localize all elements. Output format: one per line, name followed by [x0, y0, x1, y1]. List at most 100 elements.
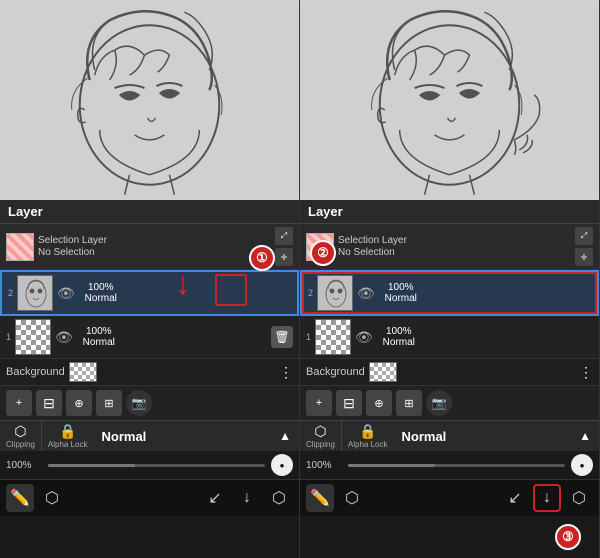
shape-icon-left[interactable]: ⬡ — [38, 484, 66, 512]
layer-thumb-2-right — [317, 275, 353, 311]
layer-panel-body-left: Selection Layer No Selection ⤢ ✛ 2 — [0, 224, 299, 558]
layer-panel-header-right: Layer — [300, 200, 599, 224]
mode-center-right: Normal ▲ — [394, 429, 600, 444]
selection-layer-label-left: Selection Layer — [38, 235, 107, 247]
layer-row-1-left[interactable]: 1 👁 100% Normal 🗑 — [0, 316, 299, 359]
delete-layer-btn-left[interactable]: 🗑 — [271, 326, 293, 348]
alpha-lock-icon-right: 🔒 — [359, 423, 376, 440]
layer-opacity-1-right: 100% — [386, 326, 412, 337]
opacity-mode-2-left: 100% Normal — [79, 282, 123, 304]
layer-eye-2-left[interactable]: 👁 — [57, 285, 75, 302]
merge-btn-left[interactable]: ⊟ — [36, 390, 62, 416]
selection-layer-text-right: Selection Layer No Selection — [338, 235, 407, 259]
selection-layer-thumb-left — [6, 233, 34, 261]
layer-mode-2-left: Normal — [85, 293, 117, 304]
layer-thumb-2-left — [17, 275, 53, 311]
mode-center-left: Normal ▲ — [94, 429, 300, 444]
bg-menu-left[interactable]: ⋮ — [279, 364, 293, 381]
layer-row-2-left[interactable]: 2 👁 100% — [0, 270, 299, 316]
flatten-btn-left[interactable]: ⊞ — [96, 390, 122, 416]
layer-row-2-right[interactable]: 2 👁 100% — [300, 270, 599, 316]
bg-menu-right[interactable]: ⋮ — [579, 364, 593, 381]
layer-header-label-left: Layer — [8, 204, 43, 219]
sketch-area-right — [300, 0, 599, 200]
selection-layer-thumb-right — [306, 233, 334, 261]
mode-arrow-right[interactable]: ▲ — [579, 429, 591, 443]
transform-icon-left[interactable]: ⤢ — [275, 227, 293, 245]
zoom-row-left: 100% ● — [0, 451, 299, 479]
mode-row-right: ⬡ Clipping 🔒 Alpha Lock Normal ▲ — [300, 420, 599, 451]
opacity-mode-2-right: 100% Normal — [379, 282, 423, 304]
layer-eye-2-right[interactable]: 👁 — [357, 285, 375, 302]
layer-side-icons-right: ⤢ ✛ — [575, 227, 593, 266]
layer-opacity-1-left: 100% — [86, 326, 112, 337]
zoom-pct-left: 100% — [6, 460, 42, 471]
layer-mode-1-right: Normal — [383, 337, 415, 348]
bg-thumb-right — [369, 362, 397, 382]
undo-icon-right[interactable]: ↙ — [501, 484, 529, 512]
flatten-btn-right[interactable]: ⊞ — [396, 390, 422, 416]
zoom-circle-left[interactable]: ● — [271, 454, 293, 476]
pen-tool-icon-right[interactable]: ✏️ — [306, 484, 334, 512]
layer-mode-1-left: Normal — [83, 337, 115, 348]
panel-left: Layer Selection Layer No Selection ⤢ ✛ 2 — [0, 0, 300, 558]
down-icon-right[interactable]: ↓ — [533, 484, 561, 512]
camera-btn-right[interactable]: 📷 — [426, 390, 452, 416]
alpha-lock-btn-left[interactable]: 🔒 Alpha Lock — [42, 421, 94, 451]
bottom-nav-right: ✏️ ⬡ ↙ ↓ ⬡ — [300, 479, 599, 516]
layer-thumb-1-right — [315, 319, 351, 355]
alpha-lock-label-right: Alpha Lock — [348, 440, 388, 449]
pen-tool-icon-left[interactable]: ✏️ — [6, 484, 34, 512]
move-icon-left[interactable]: ✛ — [275, 248, 293, 266]
zoom-row-right: 100% ● — [300, 451, 599, 479]
selection-layer-label-right: Selection Layer — [338, 235, 407, 247]
layer-eye-1-left[interactable]: 👁 — [55, 329, 73, 346]
zoom-slider-fill-left — [48, 464, 135, 467]
layer-panel-header-left: Layer — [0, 200, 299, 224]
menu-icon-right[interactable]: ⬡ — [565, 484, 593, 512]
toolbar-row1-left: + ⊟ ⊕ ⊞ 📷 — [0, 386, 299, 420]
panel-right: Layer Selection Layer No Selection ⤢ ✛ 2 — [300, 0, 600, 558]
layer-row-1-right[interactable]: 1 👁 100% Normal — [300, 316, 599, 359]
mode-label-left: Normal — [102, 429, 147, 444]
merge-btn-right[interactable]: ⊟ — [336, 390, 362, 416]
mode-row-left: ⬡ Clipping 🔒 Alpha Lock Normal ▲ — [0, 420, 299, 451]
opacity-mode-1-right: 100% Normal — [377, 326, 421, 348]
clipping-label-right: Clipping — [306, 440, 335, 449]
camera-btn-left[interactable]: 📷 — [126, 390, 152, 416]
layer-panel-left: Layer Selection Layer No Selection ⤢ ✛ 2 — [0, 200, 299, 558]
bg-thumb-left — [69, 362, 97, 382]
alpha-lock-icon-left: 🔒 — [59, 423, 76, 440]
toolbar-row1-right: + ⊟ ⊕ ⊞ 📷 — [300, 386, 599, 420]
mode-arrow-left[interactable]: ▲ — [279, 429, 291, 443]
no-selection-label-right: No Selection — [338, 247, 407, 259]
undo-icon-left[interactable]: ↙ — [201, 484, 229, 512]
clipping-btn-left[interactable]: ⬡ Clipping — [0, 421, 42, 451]
layer-opacity-2-right: 100% — [388, 282, 414, 293]
layer-num-2-right: 2 — [308, 288, 313, 298]
mode-label-right: Normal — [402, 429, 447, 444]
alpha-lock-btn-right[interactable]: 🔒 Alpha Lock — [342, 421, 394, 451]
bg-label-left: Background — [6, 366, 65, 378]
copy-btn-left[interactable]: ⊕ — [66, 390, 92, 416]
zoom-slider-left[interactable] — [48, 464, 265, 467]
copy-btn-right[interactable]: ⊕ — [366, 390, 392, 416]
menu-icon-left[interactable]: ⬡ — [265, 484, 293, 512]
zoom-circle-right[interactable]: ● — [571, 454, 593, 476]
shape-icon-right[interactable]: ⬡ — [338, 484, 366, 512]
zoom-slider-right[interactable] — [348, 464, 565, 467]
layer-num-2-left: 2 — [8, 288, 13, 298]
layer-side-icons-left: ⤢ ✛ — [275, 227, 293, 266]
down-icon-left[interactable]: ↓ — [233, 484, 261, 512]
clipping-icon-right: ⬡ — [314, 423, 326, 440]
bottom-nav-left: ✏️ ⬡ ↙ ↓ ⬡ — [0, 479, 299, 516]
move-icon-right[interactable]: ✛ — [575, 248, 593, 266]
clipping-btn-right[interactable]: ⬡ Clipping — [300, 421, 342, 451]
transform-icon-right[interactable]: ⤢ — [575, 227, 593, 245]
layer-eye-1-right[interactable]: 👁 — [355, 329, 373, 346]
add-layer-btn-right[interactable]: + — [306, 390, 332, 416]
add-layer-btn-left[interactable]: + — [6, 390, 32, 416]
alpha-lock-label-left: Alpha Lock — [48, 440, 88, 449]
red-highlight-layer2-left — [215, 274, 247, 306]
selection-layer-row-left: Selection Layer No Selection ⤢ ✛ — [0, 224, 299, 270]
